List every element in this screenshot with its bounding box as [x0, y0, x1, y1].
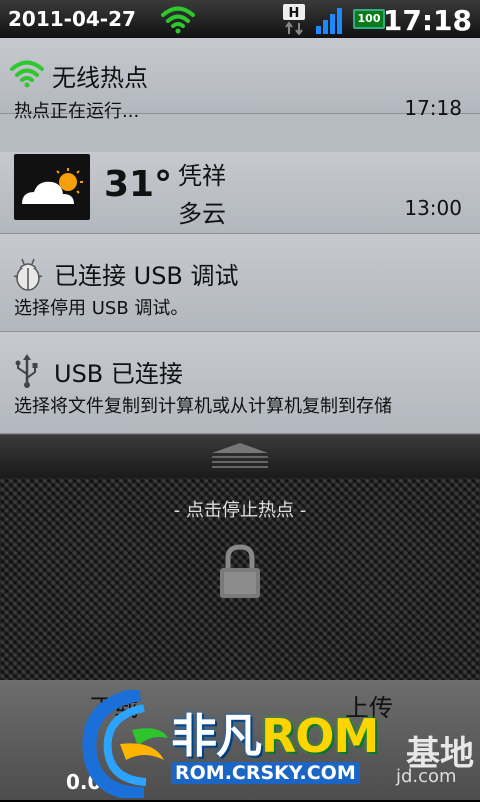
notification-title: USB 已连接: [54, 360, 183, 388]
stop-hotspot-button[interactable]: - 点击停止热点 -: [0, 496, 480, 522]
wifi-icon: [160, 4, 196, 38]
notification-subtitle: 热点正在运行...: [14, 101, 140, 122]
notification-hotspot[interactable]: 无线热点 热点正在运行... 17:18: [0, 38, 480, 122]
crsky-logo-icon: [80, 687, 170, 802]
notification-list: 无线热点 热点正在运行... 17:18 31° 凭祥 多云 13:00 已连接…: [0, 38, 480, 434]
watermark-brand-rom: ROM: [261, 709, 379, 763]
usb-icon: [12, 352, 42, 392]
battery-level: 100: [357, 12, 381, 25]
notification-usb-debugging[interactable]: 已连接 USB 调试 选择停用 USB 调试。: [0, 234, 480, 332]
notification-subtitle: 选择将文件复制到计算机或从计算机复制到存储: [14, 396, 392, 417]
notification-time: 13:00: [404, 196, 462, 220]
notification-title: 已连接 USB 调试: [54, 262, 239, 290]
battery-icon: 100: [353, 9, 385, 29]
notification-title: 无线热点: [52, 64, 148, 92]
notification-weather[interactable]: 31° 凭祥 多云 13:00: [0, 152, 480, 234]
notification-subtitle: 选择停用 USB 调试。: [14, 298, 189, 319]
shade-grip-icon: [212, 443, 268, 468]
notification-usb-connected[interactable]: USB 已连接 选择将文件复制到计算机或从计算机复制到存储: [0, 332, 480, 434]
lock-screen-panel: - 点击停止热点 -: [0, 478, 480, 680]
watermark-url: ROM.CRSKY.COM: [171, 762, 360, 784]
watermark-url-suffix: jd.com: [396, 766, 457, 787]
watermark-brand: 非凡ROM: [171, 700, 379, 766]
weather-condition: 多云: [178, 200, 226, 228]
watermark-brand-prefix: 非凡: [171, 709, 262, 763]
weather-partly-cloudy-icon: [14, 154, 90, 220]
h-data-icon: H: [282, 3, 308, 39]
weather-city: 凭祥: [178, 162, 226, 190]
wifi-hotspot-icon: [8, 58, 46, 92]
status-date: 2011-04-27: [8, 7, 136, 31]
notification-shade-handle[interactable]: [0, 434, 480, 479]
debug-bug-icon: [12, 256, 44, 296]
signal-icon: [315, 6, 347, 38]
status-bar[interactable]: 2011-04-27 H 100 17:18: [0, 0, 480, 38]
padlock-icon: [216, 544, 264, 604]
status-time: 17:18: [382, 4, 472, 37]
weather-temperature: 31°: [104, 164, 173, 205]
network-badge: H: [289, 6, 300, 21]
notification-time: 17:18: [404, 96, 462, 120]
